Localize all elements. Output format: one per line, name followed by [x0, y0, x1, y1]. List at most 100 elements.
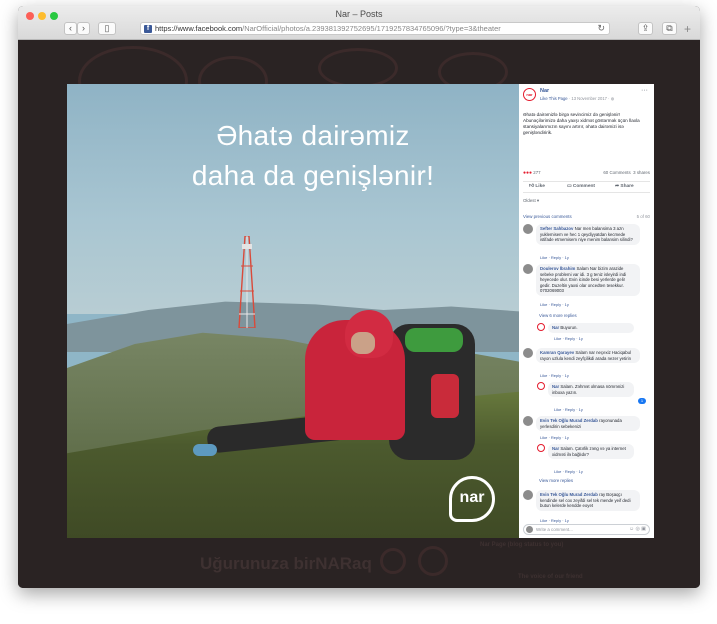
comment-counter: 5 of 60	[636, 214, 650, 219]
comment-bubble: Evin Tek Oğlu Murad Zerdab ray Boşaqçı k…	[536, 490, 640, 511]
share-label: Share	[620, 184, 634, 189]
share-arrow-icon: ➦	[615, 184, 620, 189]
post-subtitle: Like This Page · 13 November 2017 · ◍	[540, 96, 615, 101]
like-count-badge[interactable]: 1	[638, 398, 646, 404]
comment-bubble: Nar Salam. Çatırlik zəng və ya internet …	[548, 444, 634, 460]
comment-author[interactable]: Kamran Qarayev	[540, 350, 574, 355]
background-slogan: Uğurunuza birNARaq	[200, 554, 372, 573]
avatar[interactable]	[523, 264, 533, 274]
comment-text: Salam. Zəhmət olmasa nömrənizi inboxa ya…	[552, 384, 625, 395]
tabs-icon: ⧉	[666, 23, 673, 33]
chevron-left-icon: ‹	[69, 23, 72, 33]
sidebar-icon: ▯	[104, 23, 110, 33]
avatar[interactable]	[523, 416, 533, 426]
write-comment-input[interactable]: Write a comment... ☺ ◎ ▣	[523, 524, 650, 535]
comment-actions[interactable]: Like · Reply · 1y	[554, 336, 583, 341]
reaction-count[interactable]: 277	[533, 170, 540, 175]
comment-author[interactable]: Sefter Sahbazov	[540, 226, 573, 231]
cell-tower-icon	[238, 236, 256, 328]
comment-author[interactable]: Nar	[552, 325, 559, 330]
reaction-icons[interactable]: ●●●	[523, 170, 532, 177]
page-content: Uğurunuza birNARaq Nar Page (blog status…	[18, 40, 700, 588]
like-button[interactable]: 👍︎ Like	[529, 184, 545, 190]
comment-bubble: Evin Tek Oğlu Murad Zerdab rayonunada ye…	[536, 416, 640, 432]
like-page-link[interactable]: Like This Page	[540, 96, 568, 101]
comment-author[interactable]: Evin Tek Oğlu Murad Zerdab	[540, 418, 598, 423]
view-more-replies-link[interactable]: View more replies	[539, 478, 573, 484]
view-previous-link[interactable]: View previous comments	[523, 214, 572, 219]
comment-bubble: Nar Buyurun.	[548, 323, 634, 333]
comment-icon: ▭	[567, 184, 572, 189]
comment-bubble: Kamran Qarayev Salam nar neçexiz Haciqab…	[536, 348, 640, 364]
window-title: Nar – Posts	[335, 9, 383, 19]
post-date[interactable]: 13 November 2017	[571, 96, 607, 101]
back-button[interactable]: ‹	[64, 22, 77, 35]
comment-bubble: Nar Salam. Zəhmət olmasa nömrənizi inbox…	[548, 382, 634, 398]
post-text: Əhatə dairəmizlə birgə sevincimiz də gen…	[523, 112, 640, 135]
post-actions: 👍︎ Like ▭ Comment ➦ Share	[523, 181, 650, 193]
hiker-shoe	[193, 444, 217, 456]
comment-attachment-icons[interactable]: ☺ ◎ ▣	[629, 526, 646, 533]
comment-actions[interactable]: Like · Reply · 1y	[554, 407, 583, 412]
comment-actions[interactable]: Like · Reply · 1y	[540, 255, 569, 260]
forward-button[interactable]: ›	[77, 22, 90, 35]
comment-author[interactable]: Nar	[552, 384, 559, 389]
avatar[interactable]	[523, 348, 533, 358]
background-decoration	[380, 548, 406, 574]
page-name-link[interactable]: Nar	[540, 88, 549, 95]
post-photo[interactable]: Əhatə dairəmiz daha da genişlənir! nar	[67, 84, 519, 538]
like-label: Like	[535, 184, 545, 189]
comment-author[interactable]: Doulerov İbrahim	[540, 266, 575, 271]
comment-bubble: Sefter Sahbazov Nar men balansima 3 azn …	[536, 224, 640, 245]
nar-logo: nar	[449, 476, 495, 522]
comment-count[interactable]: 60 Comments	[603, 170, 630, 175]
comment-button[interactable]: ▭ Comment	[567, 184, 595, 190]
view-more-replies-link[interactable]: View 6 more replies	[539, 313, 577, 319]
post-header: nar Nar Like This Page · 13 November 201…	[523, 87, 650, 108]
avatar[interactable]	[537, 323, 545, 331]
background-text: The voice of our friend	[518, 574, 583, 580]
backpack-red-pocket	[431, 374, 459, 418]
comment-share-counts: 60 Comments 3 shares	[603, 170, 650, 176]
background-decoration	[318, 48, 398, 88]
browser-window: Nar – Posts ‹ › ▯ f https://www.facebook…	[18, 6, 700, 588]
reload-icon[interactable]: ↻	[597, 23, 605, 34]
share-count[interactable]: 3 shares	[633, 170, 650, 175]
background-text: Nar Page (blog status to you)	[480, 542, 564, 548]
comment-label: Comment	[572, 184, 596, 189]
url-host: https://www.facebook.com	[155, 24, 243, 33]
comment-actions[interactable]: Like · Reply · 1y	[540, 302, 569, 307]
tab-overview-button[interactable]: ⧉	[662, 22, 677, 35]
comment-sort-dropdown[interactable]: Oldest ▾	[523, 198, 539, 204]
photo-headline-line2: daha da genişlənir!	[191, 160, 435, 191]
chevron-right-icon: ›	[82, 23, 85, 33]
photo-headline-line1: Əhatə dairəmiz	[216, 120, 410, 151]
background-decoration	[418, 546, 448, 576]
title-bar: Nar – Posts ‹ › ▯ f https://www.facebook…	[18, 6, 700, 40]
new-tab-button[interactable]: +	[684, 23, 691, 35]
comment-author[interactable]: Evin Tek Oğlu Murad Zerdab	[540, 492, 598, 497]
address-bar[interactable]: f https://www.facebook.com/NarOfficial/p…	[140, 22, 610, 35]
url-path: /NarOfficial/photos/a.239381392752695/17…	[242, 24, 501, 33]
comment-actions[interactable]: Like · Reply · 1y	[554, 469, 583, 474]
comment-actions[interactable]: Like · Reply · 1y	[540, 373, 569, 378]
comment-actions[interactable]: Like · Reply · 1y	[540, 435, 569, 440]
comment-text: Salam. Çatırlik zəng və ya internet xidm…	[552, 446, 626, 457]
write-comment-placeholder: Write a comment...	[536, 527, 573, 532]
comment-text: Buyurun.	[560, 325, 578, 330]
page-avatar[interactable]: nar	[523, 88, 536, 101]
avatar[interactable]	[537, 382, 545, 390]
thumbs-up-icon: 👍︎	[529, 184, 535, 189]
avatar[interactable]	[537, 444, 545, 452]
comment-actions[interactable]: Like · Reply · 1y	[540, 518, 569, 523]
share-post-button[interactable]: ➦ Share	[615, 184, 634, 190]
more-options-icon[interactable]: ···	[641, 87, 648, 94]
backpack-green-top	[405, 328, 463, 352]
share-button[interactable]: ⇪	[638, 22, 653, 35]
reactions-bar: ●●● 277 60 Comments 3 shares	[523, 170, 650, 178]
avatar[interactable]	[523, 224, 533, 234]
post-side-panel: nar Nar Like This Page · 13 November 201…	[519, 84, 654, 538]
avatar[interactable]	[523, 490, 533, 500]
sidebar-toggle-button[interactable]: ▯	[98, 22, 116, 35]
comment-author[interactable]: Nar	[552, 446, 559, 451]
